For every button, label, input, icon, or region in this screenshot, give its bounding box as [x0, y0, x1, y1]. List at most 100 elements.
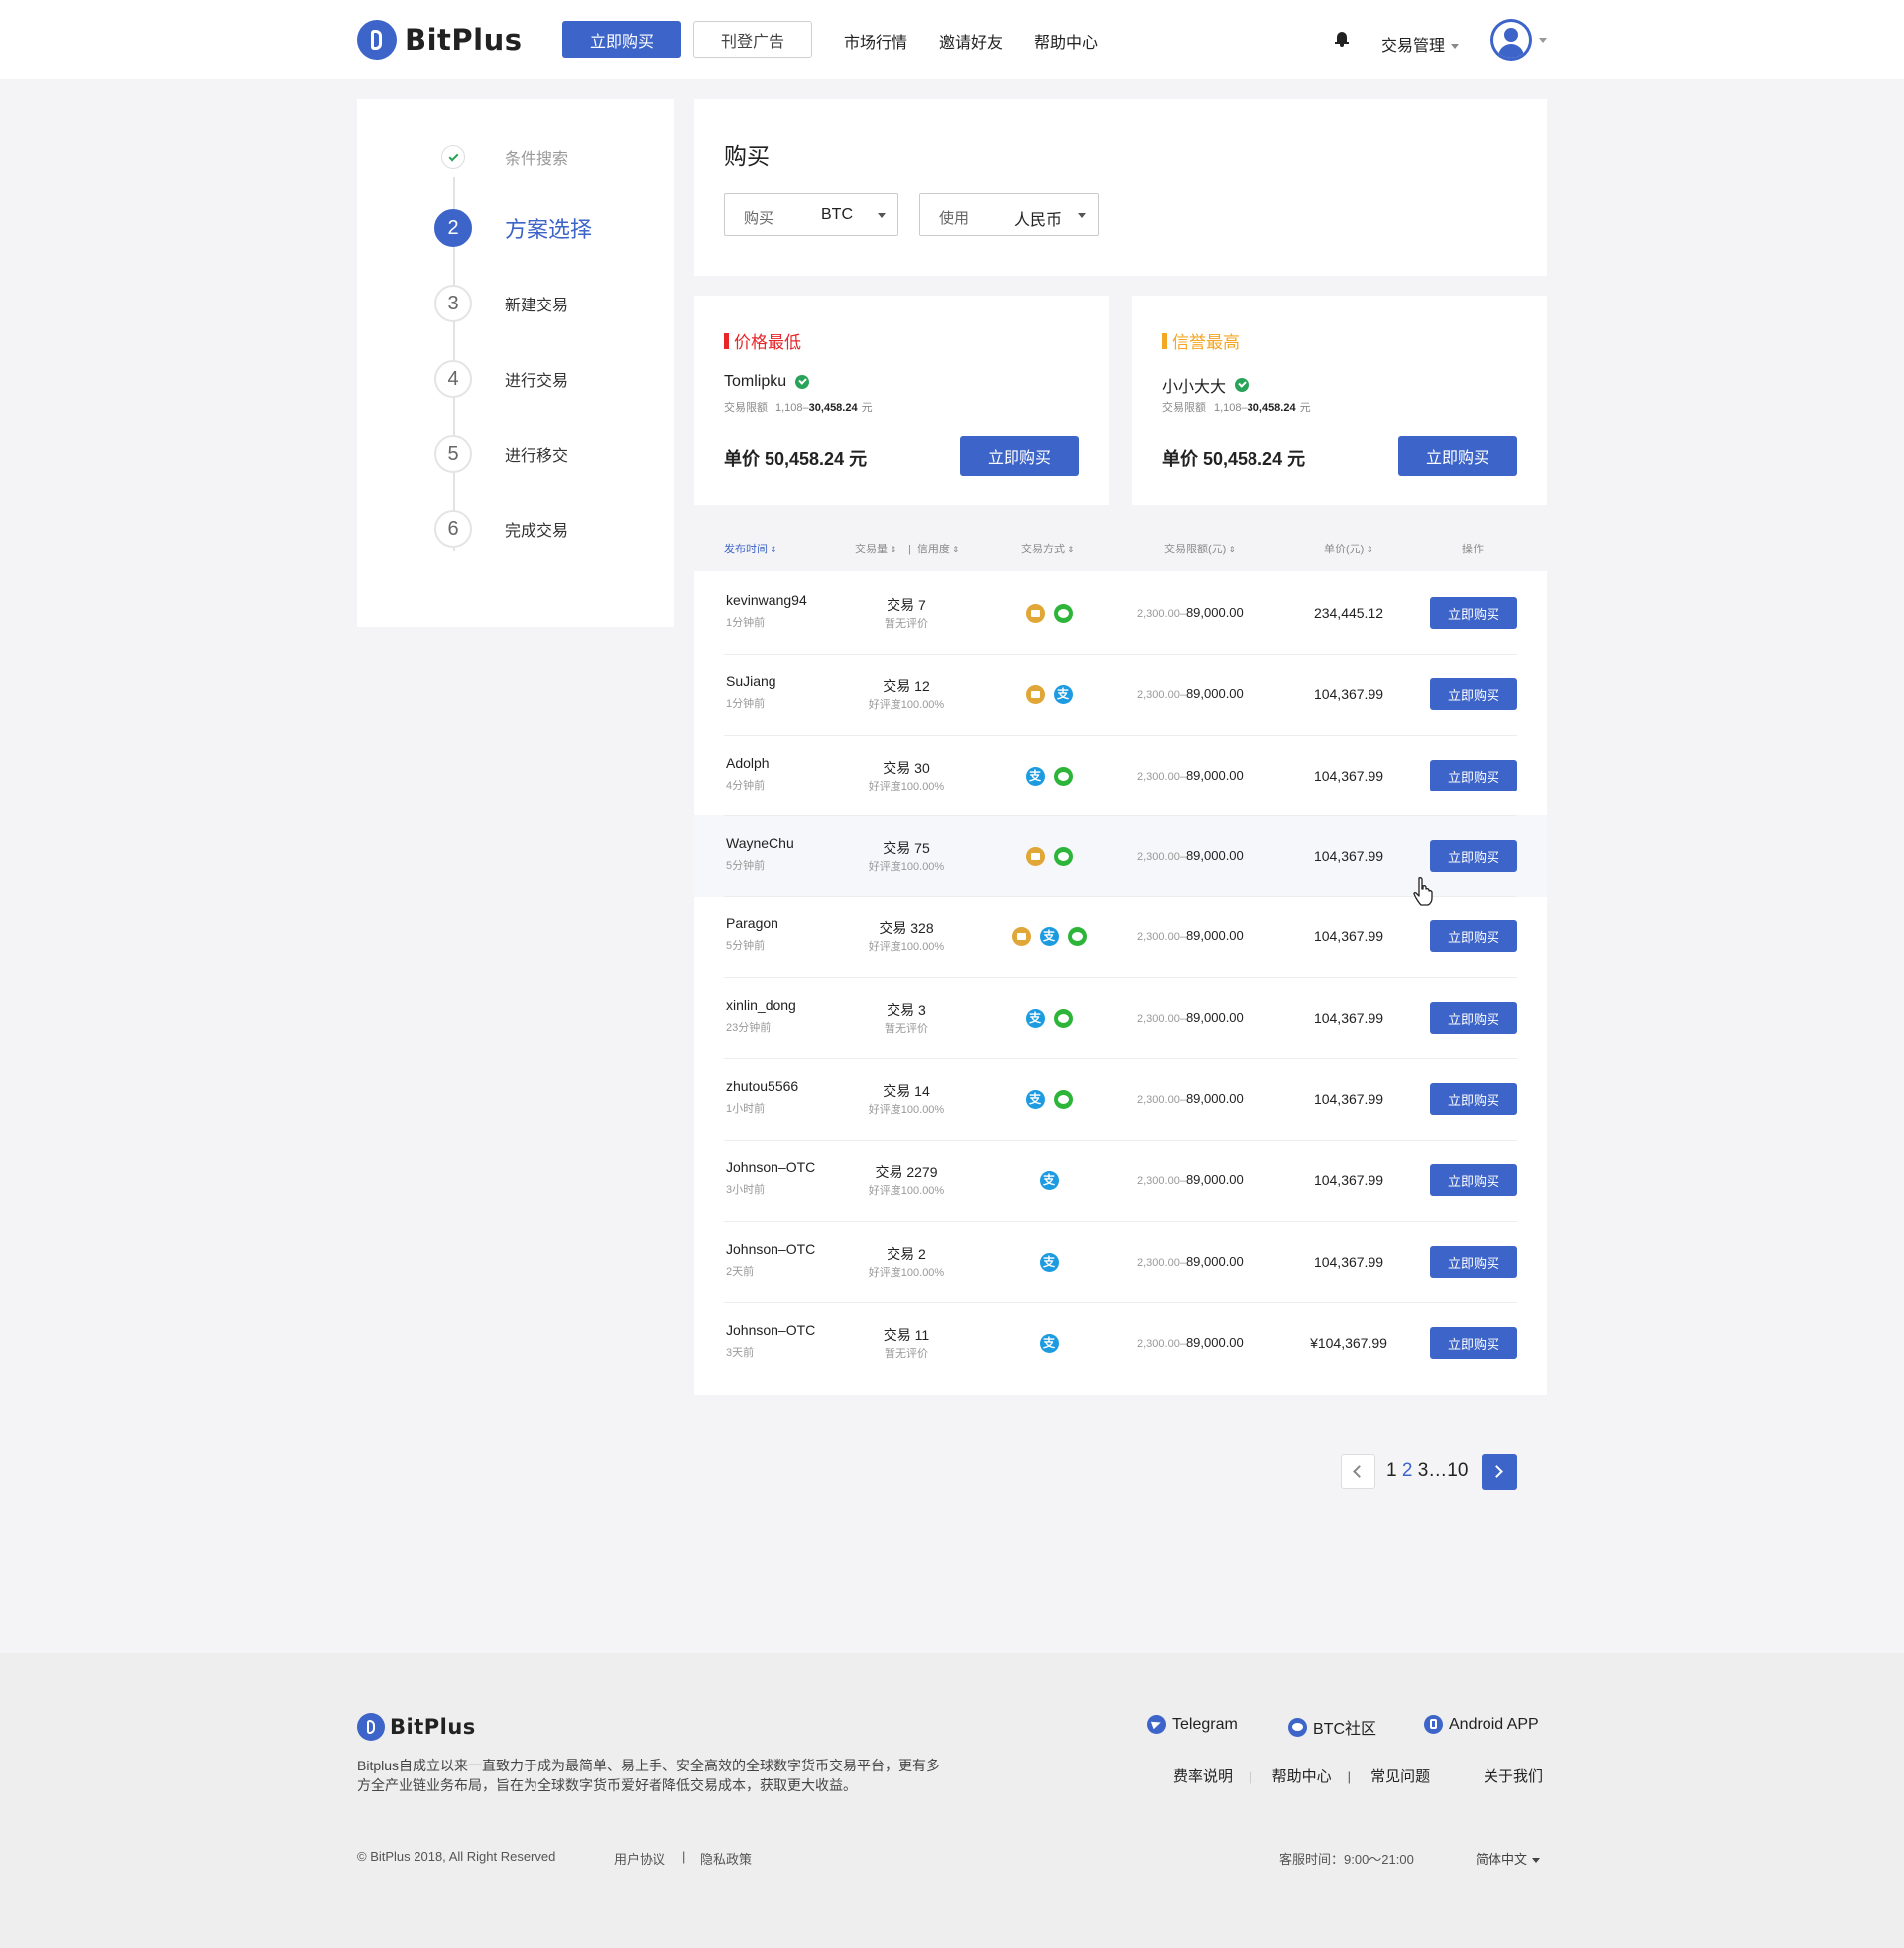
buy-now-button[interactable]: 立即购买 — [1430, 1083, 1517, 1115]
merchant-name[interactable]: Adolph — [726, 755, 770, 771]
buy-now-button[interactable]: 立即购买 — [1430, 597, 1517, 629]
card-trade-limit: 交易限额 1,108–30,458.24 元 — [1162, 399, 1311, 415]
step-done-check-icon — [441, 145, 465, 169]
next-page-button[interactable] — [1482, 1454, 1517, 1490]
merchant-name[interactable]: xinlin_dong — [726, 997, 796, 1013]
post-ad-button[interactable]: 刊登广告 — [693, 21, 812, 58]
card-buy-button[interactable]: 立即购买 — [960, 436, 1079, 476]
trade-count: 交易 2279 — [875, 1164, 938, 1180]
table-row[interactable]: xinlin_dong 23分钟前 交易 3 暂无评价 支 2,300.00–89,000… — [694, 977, 1547, 1058]
bitplus-logo[interactable]: BitPlus — [357, 20, 523, 60]
step-label: 方案选择 — [505, 217, 593, 242]
merchant-name[interactable]: WayneChu — [726, 835, 794, 851]
table-row[interactable]: SuJiang 1分钟前 交易 12 好评度100.00% 支 2,300.00–89,0… — [694, 654, 1547, 735]
sort-icon: ⇕ — [770, 545, 777, 554]
publish-time: 1小时前 — [726, 1103, 766, 1115]
android-app-link[interactable]: Android APP — [1424, 1715, 1539, 1734]
step-number: 4 — [434, 360, 472, 398]
buy-now-button[interactable]: 立即购买 — [1430, 840, 1517, 872]
trade-count: 交易 12 — [883, 678, 930, 694]
nav-invite[interactable]: 邀请好友 — [939, 29, 1003, 53]
unit-price: 104,367.99 — [1313, 1091, 1384, 1107]
col-credit[interactable]: | 信用度 ⇕ — [908, 541, 959, 556]
footer-link-fees[interactable]: 费率说明 — [1173, 1768, 1233, 1785]
col-limit[interactable]: 交易限额(元) ⇕ — [1164, 541, 1236, 556]
page-rest[interactable]: 3…10 — [1418, 1460, 1469, 1481]
merchant-name[interactable]: SuJiang — [726, 673, 776, 689]
copyright: © BitPlus 2018, All Right Reserved — [357, 1849, 556, 1864]
footer-link-help[interactable]: 帮助中心 — [1272, 1768, 1332, 1785]
table-row[interactable]: Paragon 5分钟前 交易 328 好评度100.00% 支 2,300.00–89,… — [694, 896, 1547, 977]
merchant-name[interactable]: Johnson–OTC — [726, 1322, 815, 1338]
logo-text: BitPlus — [405, 23, 523, 57]
table-row[interactable]: zhutou5566 1小时前 交易 14 好评度100.00% 支 2,300.00–8… — [694, 1058, 1547, 1140]
table-row[interactable]: kevinwang94 1分钟前 交易 7 暂无评价 2,300.00–89,000.0… — [694, 572, 1547, 654]
buy-now-button[interactable]: 立即购买 — [1430, 1327, 1517, 1359]
merchant-name-text: 小小大大 — [1162, 379, 1227, 396]
buy-now-button[interactable]: 立即购买 — [1430, 920, 1517, 952]
verified-icon — [795, 375, 810, 389]
col-publish-time[interactable]: 发布时间 ⇕ — [724, 541, 777, 556]
prev-page-button[interactable] — [1341, 1454, 1375, 1489]
notification-bell-icon[interactable] — [1335, 32, 1349, 47]
currency-select-value: 人民币 — [1014, 212, 1063, 229]
nav-market[interactable]: 市场行情 — [844, 29, 907, 53]
buy-now-button[interactable]: 立即购买 — [1430, 1002, 1517, 1034]
page-current[interactable]: 2 — [1402, 1460, 1413, 1481]
btc-community-link[interactable]: BTC社区 — [1288, 1715, 1376, 1739]
coin-select-value: BTC — [821, 206, 853, 223]
nav-help[interactable]: 帮助中心 — [1034, 29, 1098, 53]
page-1[interactable]: 1 — [1386, 1460, 1397, 1481]
publish-time: 3天前 — [726, 1347, 755, 1359]
step-number: 2 — [434, 209, 472, 247]
buy-now-button[interactable]: 立即购买 — [1430, 1246, 1517, 1278]
publish-time: 1分钟前 — [726, 617, 766, 629]
card-buy-button[interactable]: 立即购买 — [1398, 436, 1517, 476]
col-volume[interactable]: 交易量 ⇕ — [855, 541, 897, 556]
coin-select-chevron-icon — [878, 213, 886, 218]
buy-now-button[interactable]: 立即购买 — [1430, 678, 1517, 710]
merchant-name[interactable]: 小小大大 — [1162, 373, 1250, 397]
community-icon — [1288, 1717, 1307, 1737]
buy-now-button[interactable]: 立即购买 — [1430, 760, 1517, 791]
footer-link-about[interactable]: 关于我们 — [1484, 1765, 1543, 1786]
language-select[interactable]: 简体中文 — [1476, 1849, 1541, 1868]
step-label: 进行移交 — [505, 448, 569, 465]
merchant-name[interactable]: zhutou5566 — [726, 1078, 798, 1094]
footer-link-faq[interactable]: 常见问题 — [1370, 1768, 1430, 1785]
limit-max: 89,000.00 — [1185, 1091, 1244, 1106]
publish-time: 5分钟前 — [726, 940, 766, 952]
publish-time: 4分钟前 — [726, 780, 766, 791]
merchant-name[interactable]: Johnson–OTC — [726, 1241, 815, 1257]
step-4: 4 进行交易 — [434, 360, 568, 398]
rating: 好评度100.00% — [868, 1104, 945, 1116]
col-method[interactable]: 交易方式 ⇕ — [1021, 541, 1075, 556]
highest-credit-card: 信誉最高 小小大大 交易限额 1,108–30,458.24 元单价 50,458.24… — [1132, 296, 1547, 505]
rating: 好评度100.00% — [868, 861, 945, 873]
table-row[interactable]: Johnson–OTC 2天前 交易 2 好评度100.00% 支 2,300.00–89… — [694, 1221, 1547, 1302]
buy-now-button[interactable]: 立即购买 — [1430, 1164, 1517, 1196]
trade-management-menu[interactable]: 交易管理 — [1381, 32, 1460, 56]
card-tag-label: 价格最低 — [734, 333, 801, 352]
merchant-name[interactable]: Johnson–OTC — [726, 1159, 815, 1175]
user-avatar[interactable] — [1490, 19, 1532, 61]
row-divider — [724, 1302, 1517, 1303]
telegram-link[interactable]: Telegram — [1147, 1715, 1238, 1734]
col-unit-price[interactable]: 单价(元) ⇕ — [1324, 541, 1373, 556]
table-row[interactable]: Johnson–OTC 3小时前 交易 2279 好评度100.00% 支 2,300.0… — [694, 1140, 1547, 1221]
user-agreement-link[interactable]: 用户协议 — [614, 1849, 665, 1868]
table-row[interactable]: Johnson–OTC 3天前 交易 11 暂无评价 支 2,300.00–89,000.… — [694, 1302, 1547, 1384]
buy-filter-panel — [694, 99, 1547, 276]
avatar-chevron-down-icon[interactable] — [1539, 38, 1547, 43]
merchant-name[interactable]: Paragon — [726, 915, 778, 931]
currency-select[interactable]: 使用 人民币 — [919, 193, 1099, 236]
merchant-name[interactable]: Tomlipku — [724, 373, 810, 391]
merchant-name[interactable]: kevinwang94 — [726, 592, 807, 608]
publish-time: 2天前 — [726, 1266, 755, 1278]
privacy-link[interactable]: 隐私政策 — [700, 1849, 752, 1868]
limit-max: 89,000.00 — [1185, 1254, 1244, 1269]
buy-now-nav-button[interactable]: 立即购买 — [562, 21, 681, 58]
publish-time: 5分钟前 — [726, 860, 766, 872]
table-row[interactable]: Adolph 4分钟前 交易 30 好评度100.00% 支 2,300.00–89,00… — [694, 735, 1547, 816]
coin-select[interactable]: 购买 BTC — [724, 193, 898, 236]
